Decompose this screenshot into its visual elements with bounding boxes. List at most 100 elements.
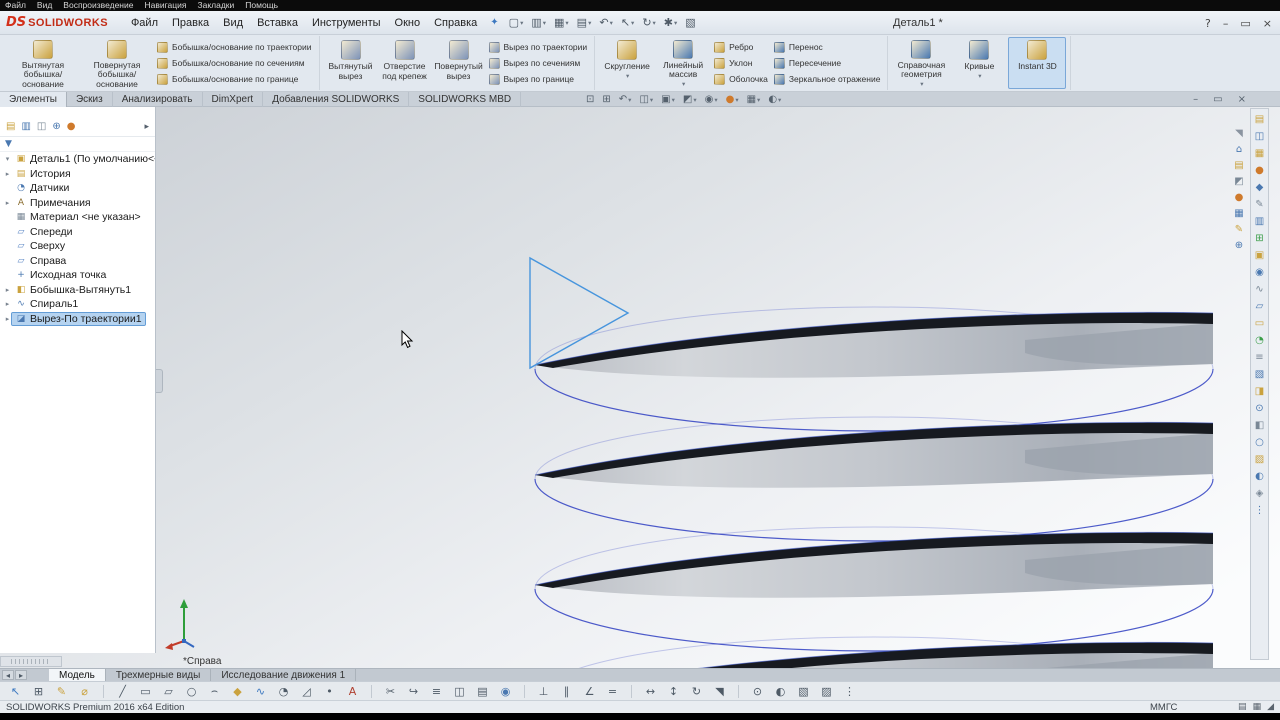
print-button[interactable]: ▤ ▾ xyxy=(573,16,596,29)
task-pane-icon-21[interactable]: ▨ xyxy=(1255,453,1264,467)
tab-features[interactable]: Элементы xyxy=(0,92,67,107)
viewport-toolbar-icon-8[interactable]: ⊕ xyxy=(1235,239,1243,253)
sketch-tool[interactable]: ✎ xyxy=(54,685,69,698)
stretch-entities-tool[interactable]: ↕ xyxy=(666,685,681,698)
expand-arrow-icon[interactable]: ▸ xyxy=(3,315,12,323)
design-library-icon[interactable]: ◫ xyxy=(1255,130,1264,144)
task-pane-icon-22[interactable]: ◐ xyxy=(1255,470,1264,484)
tab-model[interactable]: Модель xyxy=(49,669,106,681)
perpendicular-relation-tool[interactable]: ⊥ xyxy=(536,685,551,698)
help-button[interactable]: ? xyxy=(1205,17,1211,30)
tab-motion-study[interactable]: Исследование движения 1 xyxy=(211,669,357,681)
panel-splitter-handle[interactable] xyxy=(156,369,163,393)
parallel-relation-tool[interactable]: ∥ xyxy=(559,685,574,698)
task-pane-icon-19[interactable]: ◧ xyxy=(1255,419,1264,433)
menu-item[interactable]: Файл xyxy=(124,17,165,29)
doc-minimize-button[interactable]: – xyxy=(1193,94,1198,105)
expand-arrow-icon[interactable]: ▾ xyxy=(3,155,12,163)
task-pane-icon-13[interactable]: ▭ xyxy=(1255,317,1264,331)
tree-item-part[interactable]: ▾ ▣ Деталь1 (По умолчанию<<По умолч... xyxy=(0,152,155,167)
mirror-button[interactable]: Зеркальное отражение xyxy=(773,72,880,87)
status-pane-icon[interactable]: ▤ xyxy=(1238,702,1247,712)
intersect-button[interactable]: Пересечение xyxy=(773,56,881,71)
revolved-boss-button[interactable]: Повернутая бобышка/основание xyxy=(80,37,154,89)
point-tool[interactable]: • xyxy=(322,685,337,698)
task-pane-icon-8[interactable]: ⊞ xyxy=(1255,232,1263,246)
curves-button[interactable]: Кривые ▾ xyxy=(950,37,1008,89)
more-tools[interactable]: ⋮ xyxy=(842,685,857,698)
task-pane-icon-16[interactable]: ▧ xyxy=(1255,368,1264,382)
status-grid-icon[interactable]: ▦ xyxy=(1253,702,1262,712)
swept-boss-button[interactable]: Бобышка/основание по траектории xyxy=(157,40,312,55)
solidworks-resources-icon[interactable]: ▤ xyxy=(1255,113,1264,127)
rebuild-button[interactable]: ↻ ▾ xyxy=(638,16,659,29)
slot-tool[interactable]: ▱ xyxy=(161,685,176,698)
tree-item-sensors[interactable]: ◔ Датчики xyxy=(0,181,155,196)
tab-evaluate[interactable]: Анализировать xyxy=(113,92,203,107)
rotate-entities-tool[interactable]: ↻ xyxy=(689,685,704,698)
menu-item[interactable]: Вид xyxy=(216,17,250,29)
model-viewport[interactable] xyxy=(155,107,1280,668)
panel-expand-chevron[interactable]: ▸ xyxy=(144,122,149,132)
new-document-button[interactable]: ▢ ▾ xyxy=(505,16,528,29)
hole-wizard-button[interactable]: Отверстие под крепеж xyxy=(378,37,432,89)
text-tool[interactable]: A xyxy=(345,685,360,698)
boundary-boss-button[interactable]: Бобышка/основание по границе xyxy=(157,72,312,87)
linear-sketch-pattern-tool[interactable]: ▤ xyxy=(475,685,490,698)
task-pane-icon-6[interactable]: ✎ xyxy=(1255,198,1263,212)
task-pane-icon-10[interactable]: ◉ xyxy=(1255,266,1264,280)
lofted-boss-button[interactable]: Бобышка/основание по сечениям xyxy=(157,56,312,71)
task-pane-icon-17[interactable]: ◨ xyxy=(1255,385,1264,399)
tab-scroll-left[interactable]: ◂ xyxy=(2,670,14,680)
view-settings-icon[interactable]: ◐ ▾ xyxy=(768,94,781,105)
player-menu-item[interactable]: Вид xyxy=(37,0,52,11)
trim-tool[interactable]: ✂ xyxy=(383,685,398,698)
arc-tool[interactable]: ⌢ xyxy=(207,684,222,698)
display-relations-tool[interactable]: ⊙ xyxy=(750,685,765,698)
displaymanager-tab-icon[interactable]: ● xyxy=(67,121,76,132)
tab-solidworks-mbd[interactable]: SOLIDWORKS MBD xyxy=(409,92,522,107)
viewport-toolbar-icon-3[interactable]: ▤ xyxy=(1234,159,1243,173)
menu-item[interactable]: Вставка xyxy=(250,17,305,29)
tree-item-annotations[interactable]: ▸ A Примечания xyxy=(0,196,155,211)
file-explorer-icon[interactable]: ▦ xyxy=(1255,147,1264,161)
tree-item-helix[interactable]: ▸ ∿ Спираль1 xyxy=(0,297,155,312)
player-menu-item[interactable]: Закладки xyxy=(197,0,234,11)
tab-sketch[interactable]: Эскиз xyxy=(67,92,113,107)
hide-show-items-icon[interactable]: ◉ ▾ xyxy=(705,94,718,105)
player-menu-item[interactable]: Воспроизведение xyxy=(63,0,133,11)
section-view-icon[interactable]: ◫ ▾ xyxy=(639,94,653,105)
smart-dimension-tool[interactable]: ⌀ xyxy=(77,685,92,698)
instant-3d-button[interactable]: Instant 3D xyxy=(1008,37,1067,89)
revolved-cut-button[interactable]: Повернутый вырез xyxy=(432,37,486,89)
player-menu-item[interactable]: Помощь xyxy=(245,0,278,11)
pin-icon[interactable]: ✦ xyxy=(490,17,498,28)
rib-button[interactable]: Ребро xyxy=(714,40,768,55)
menu-item[interactable]: Инструменты xyxy=(305,17,388,29)
tree-item-front-plane[interactable]: ▱ Спереди xyxy=(0,225,155,240)
tree-item-material[interactable]: ▦ Материал <не указан> xyxy=(0,210,155,225)
tree-item-right-plane[interactable]: ▱ Справа xyxy=(0,254,155,269)
expand-arrow-icon[interactable]: ▸ xyxy=(3,300,12,308)
rectangle-tool[interactable]: ▭ xyxy=(138,685,153,698)
reference-geometry-button[interactable]: Справочная геометрия ▾ xyxy=(892,37,950,89)
task-pane-icon-11[interactable]: ∿ xyxy=(1255,283,1263,297)
zoom-fit-icon[interactable]: ⊡ xyxy=(586,94,594,105)
menu-item[interactable]: Справка xyxy=(427,17,484,29)
viewport-toolbar-icon-4[interactable]: ◩ xyxy=(1234,175,1243,189)
viewport-toolbar-icon-6[interactable]: ▦ xyxy=(1234,207,1243,221)
task-pane-icon-12[interactable]: ▱ xyxy=(1256,300,1264,314)
doc-close-button[interactable]: × xyxy=(1238,94,1246,105)
display-style-icon[interactable]: ◩ ▾ xyxy=(683,94,697,105)
tree-item-history[interactable]: ▸ ▤ История xyxy=(0,167,155,182)
lofted-cut-button[interactable]: Вырез по сечениям xyxy=(488,56,588,71)
task-pane-icon-24[interactable]: ⋮ xyxy=(1255,504,1265,518)
sketch-fillet-tool[interactable]: ◿ xyxy=(299,685,314,698)
appearances-icon[interactable]: ● xyxy=(1255,164,1264,178)
expand-arrow-icon[interactable]: ▸ xyxy=(3,286,12,294)
tab-scroll-right[interactable]: ▸ xyxy=(15,670,27,680)
view-orientation-icon[interactable]: ▣ ▾ xyxy=(661,94,675,105)
undo-button[interactable]: ↶ ▾ xyxy=(595,16,616,29)
viewport-toolbar-icon-7[interactable]: ✎ xyxy=(1235,223,1243,237)
menu-item[interactable]: Окно xyxy=(388,17,428,29)
